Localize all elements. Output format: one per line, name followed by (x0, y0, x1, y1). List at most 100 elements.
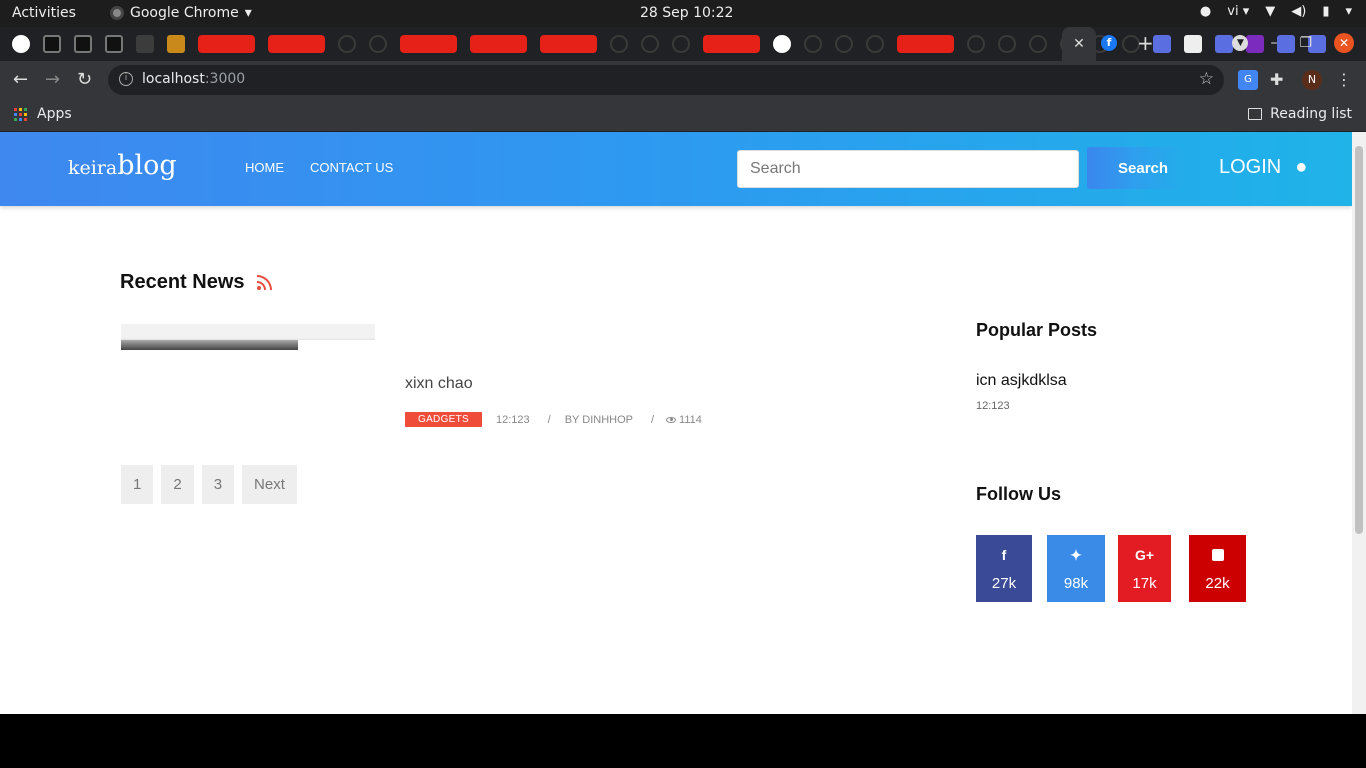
tab-github-icon[interactable] (998, 35, 1016, 53)
translate-extension-icon[interactable]: G (1238, 70, 1258, 90)
nav-home[interactable]: HOME (245, 160, 284, 175)
empty-screen-area (0, 714, 1366, 768)
logo-main: blog (117, 150, 177, 181)
tab-youtube-icon[interactable] (268, 35, 325, 53)
app-name: Google Chrome (130, 5, 239, 21)
reload-icon[interactable]: ↻ (77, 69, 92, 90)
restore-icon[interactable]: ❐ (1299, 35, 1312, 51)
tab-google-icon[interactable] (12, 35, 30, 53)
tab-youtube-icon[interactable] (897, 35, 954, 53)
url-host: localhost (142, 71, 205, 87)
tab-flag-icon[interactable] (1153, 35, 1171, 53)
clock[interactable]: 28 Sep 10:22 (640, 5, 733, 21)
tab-page-icon[interactable] (136, 35, 154, 53)
site-info-icon[interactable]: i (119, 72, 133, 86)
twitter-count: 98k (1063, 575, 1089, 592)
system-top-bar: Activities Google Chrome ▾ 28 Sep 10:22 … (0, 0, 1366, 27)
tab-github-icon[interactable] (967, 35, 985, 53)
rss-icon[interactable] (256, 275, 272, 290)
browser-toolbar: ← → ↻ i localhost:3000 ☆ G ✚ N ⋮ (0, 61, 1366, 99)
page-1-button[interactable]: 1 (121, 465, 154, 504)
chrome-icon (110, 6, 124, 20)
category-badge[interactable]: GADGETS (405, 412, 482, 427)
tab-youtube-icon[interactable] (540, 35, 597, 53)
app-menu[interactable]: Google Chrome ▾ (110, 5, 252, 21)
tab-github-icon[interactable] (804, 35, 822, 53)
bookmark-star-icon[interactable]: ☆ (1199, 69, 1214, 89)
apps-grid-icon (14, 107, 27, 121)
tab-github-icon[interactable] (338, 35, 356, 53)
active-tab-close-icon[interactable]: ✕ (1062, 27, 1096, 61)
nav-contact-us[interactable]: CONTACT US (310, 160, 393, 175)
profile-avatar[interactable]: N (1302, 70, 1322, 90)
login-label: LOGIN (1219, 156, 1282, 178)
page-2-button[interactable]: 2 (161, 465, 194, 504)
caret-down-icon: ▾ (244, 5, 252, 21)
tab-f-icon[interactable] (74, 35, 92, 53)
tab-strip: ✕ f + ▼ – ❐ ✕ (0, 27, 1366, 61)
tab-github-icon[interactable] (672, 35, 690, 53)
tab-flag-icon[interactable] (1184, 35, 1202, 53)
tab-youtube-icon[interactable] (703, 35, 760, 53)
tab-facebook-icon[interactable]: f (1101, 35, 1117, 51)
youtube-follow-button[interactable]: 22k (1189, 535, 1246, 602)
activities-button[interactable]: Activities (12, 5, 76, 21)
extensions-puzzle-icon[interactable]: ✚ (1270, 70, 1290, 90)
new-tab-icon[interactable]: + (1137, 31, 1154, 55)
address-bar[interactable]: i localhost:3000 ☆ (108, 65, 1224, 95)
language-label: vi (1227, 4, 1239, 19)
tab-list (12, 35, 1326, 53)
site-logo[interactable]: keirablog (68, 150, 177, 181)
tab-f-icon[interactable] (43, 35, 61, 53)
tab-f-icon[interactable] (105, 35, 123, 53)
tab-search-icon[interactable]: ▼ (1232, 35, 1249, 51)
main-nav: HOME CONTACT US (245, 160, 393, 175)
tab-page-icon[interactable] (167, 35, 185, 53)
apps-label: Apps (37, 106, 72, 122)
apps-shortcut[interactable]: Apps (14, 106, 72, 122)
minimize-icon[interactable]: – (1270, 35, 1277, 51)
page-scrollbar[interactable] (1352, 132, 1366, 714)
tab-github-icon[interactable] (866, 35, 884, 53)
system-tray[interactable]: ● vi ▾ ▼ ◀) ▮ ▾ (1200, 4, 1352, 19)
window-controls: ▼ – ❐ ✕ (1232, 33, 1354, 53)
close-window-icon[interactable]: ✕ (1334, 33, 1354, 53)
tab-youtube-icon[interactable] (470, 35, 527, 53)
google-plus-follow-button[interactable]: G+ 17k (1118, 535, 1171, 602)
reading-list-label: Reading list (1270, 106, 1352, 122)
recent-news-title: Recent News (120, 271, 245, 293)
language-indicator[interactable]: vi ▾ (1227, 4, 1249, 19)
facebook-follow-button[interactable]: f 27k (976, 535, 1032, 602)
tab-github-icon[interactable] (369, 35, 387, 53)
notification-icon[interactable]: ● (1200, 4, 1211, 19)
reading-list-button[interactable]: Reading list (1248, 106, 1352, 122)
search-button[interactable]: Search (1087, 147, 1187, 189)
twitter-follow-button[interactable]: ✦ 98k (1047, 535, 1105, 602)
tab-flag-icon[interactable] (1215, 35, 1233, 53)
post-meta: GADGETS 12:123 / BY DINHHOP / 1114 (405, 412, 702, 427)
wifi-icon: ▼ (1265, 4, 1276, 19)
tab-github-icon[interactable] (835, 35, 853, 53)
tab-github-icon[interactable] (610, 35, 628, 53)
system-menu-chevron-icon[interactable]: ▾ (1345, 4, 1352, 19)
popular-post-title[interactable]: icn asjkdklsa (976, 372, 1067, 390)
bookmarks-bar: Apps Reading list (0, 99, 1366, 132)
tab-github-icon[interactable] (1029, 35, 1047, 53)
page-3-button[interactable]: 3 (201, 465, 235, 504)
apple-icon[interactable]: ● (1295, 156, 1307, 179)
eye-icon (666, 416, 677, 423)
tab-github-icon[interactable] (641, 35, 659, 53)
tab-youtube-icon[interactable] (198, 35, 255, 53)
follow-us-title: Follow Us (976, 484, 1061, 504)
browser-menu-icon[interactable]: ⋮ (1334, 70, 1354, 90)
tab-youtube-icon[interactable] (400, 35, 457, 53)
post-title[interactable]: xixn chao (405, 375, 473, 393)
next-page-button[interactable]: Next (242, 465, 297, 504)
scrollbar-thumb[interactable] (1355, 146, 1363, 534)
url-text[interactable]: localhost:3000 (142, 71, 245, 87)
back-icon[interactable]: ← (13, 69, 28, 90)
search-input[interactable] (737, 150, 1079, 188)
tab-google-icon[interactable] (773, 35, 791, 53)
login-link[interactable]: LOGIN ● (1219, 156, 1307, 179)
forward-icon[interactable]: → (45, 69, 60, 90)
